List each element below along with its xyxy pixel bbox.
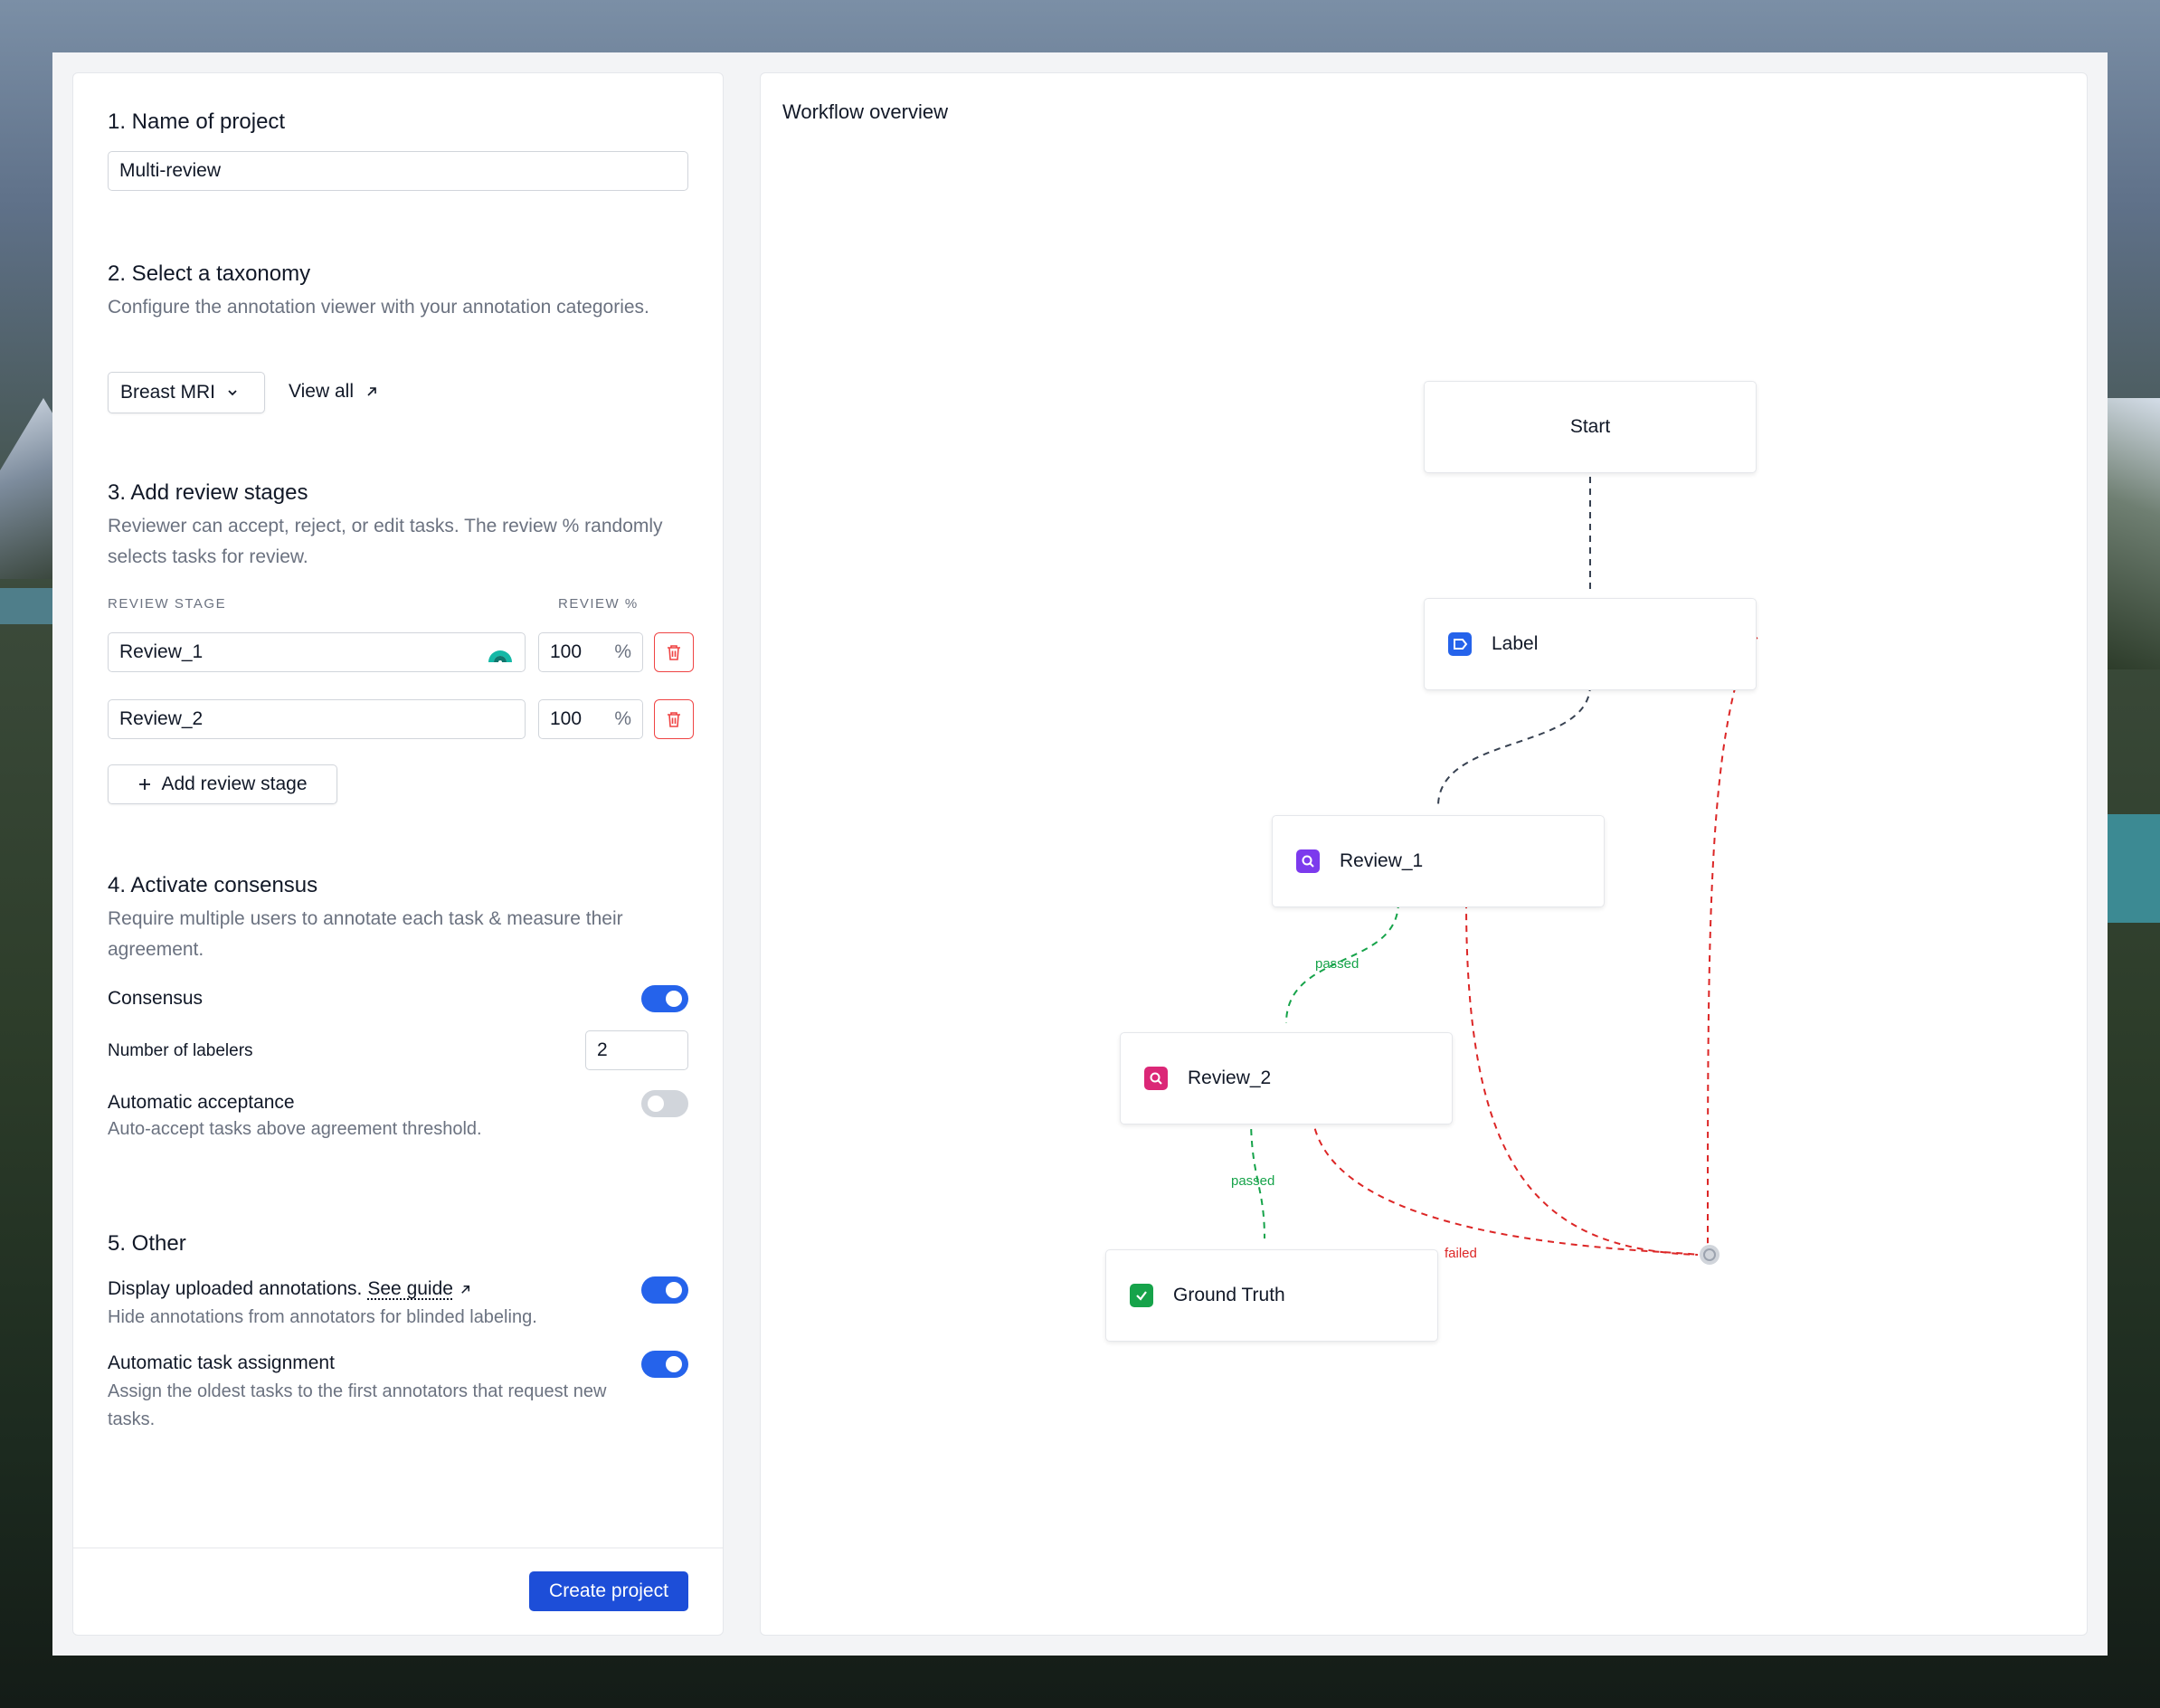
auto-accept-toggle[interactable] — [641, 1090, 688, 1117]
percent-symbol: % — [614, 641, 631, 662]
delete-stage-button[interactable] — [654, 632, 694, 672]
taxonomy-select[interactable]: Breast MRI — [108, 372, 265, 413]
label-node-label: Label — [1492, 633, 1539, 654]
display-annotations-toggle[interactable] — [641, 1276, 688, 1304]
taxonomy-selected-value: Breast MRI — [120, 382, 216, 403]
add-review-stage-button[interactable]: Add review stage — [108, 764, 337, 804]
review-section-title: 3. Add review stages — [108, 480, 308, 505]
labelers-count-input[interactable]: 2 — [585, 1030, 688, 1070]
auto-accept-description: Auto-accept tasks above agreement thresh… — [108, 1119, 482, 1139]
trash-icon — [668, 645, 680, 660]
display-annotations-description: Hide annotations from annotators for bli… — [108, 1307, 537, 1327]
review-percent-value: 100 — [550, 708, 583, 729]
workflow-node-label[interactable]: Label — [1424, 598, 1757, 690]
review-percent-input[interactable]: 100 % — [538, 699, 643, 739]
review-description: Reviewer can accept, reject, or edit tas… — [108, 516, 663, 567]
ground-truth-node-label: Ground Truth — [1173, 1285, 1285, 1305]
edge-label-passed: passed — [1315, 956, 1359, 972]
form-footer-divider — [73, 1547, 723, 1549]
start-node-label: Start — [1569, 416, 1611, 437]
lake-right — [2106, 814, 2160, 923]
password-manager-icon[interactable] — [487, 640, 514, 664]
consensus-toggle[interactable] — [641, 985, 688, 1012]
review-percent-column-header: REVIEW % — [558, 596, 639, 612]
review1-node-label: Review_1 — [1340, 850, 1424, 871]
create-project-button[interactable]: Create project — [529, 1571, 688, 1611]
review-stage-name-input[interactable]: Review_2 — [108, 699, 526, 739]
name-section-title: 1. Name of project — [108, 109, 286, 134]
search-icon — [1144, 1067, 1168, 1090]
label-tag-icon — [1448, 632, 1472, 656]
workflow-node-review2[interactable]: Review_2 — [1120, 1032, 1453, 1124]
external-link-icon — [367, 387, 376, 396]
search-icon — [1296, 849, 1320, 873]
review-stage-name-input[interactable]: Review_1 — [108, 632, 526, 672]
other-section-title: 5. Other — [108, 1231, 186, 1256]
task-assignment-description: Assign the oldest tasks to the first ann… — [108, 1381, 607, 1429]
task-assignment-toggle[interactable] — [641, 1351, 688, 1378]
task-assignment-label: Automatic task assignment — [108, 1352, 335, 1373]
delete-stage-button[interactable] — [654, 699, 694, 739]
edge-label-review1 — [1437, 684, 1591, 807]
review-stage-column-header: REVIEW STAGE — [108, 596, 227, 612]
edge-review1-reject — [1465, 901, 1699, 1256]
consensus-description: Require multiple users to annotate each … — [108, 908, 623, 960]
percent-symbol: % — [614, 708, 631, 729]
project-name-value: Multi-review — [119, 160, 222, 181]
edge-label-passed: passed — [1231, 1173, 1275, 1189]
review-percent-value: 100 — [550, 641, 583, 662]
workflow-node-ground-truth[interactable]: Ground Truth — [1105, 1249, 1438, 1342]
workflow-node-review1[interactable]: Review_1 — [1272, 815, 1605, 907]
display-annotations-label: Display uploaded annotations. — [108, 1278, 363, 1299]
review2-node-label: Review_2 — [1188, 1068, 1272, 1088]
view-all-label: View all — [289, 381, 354, 402]
consensus-section-title: 4. Activate consensus — [108, 873, 318, 897]
review-percent-input[interactable]: 100 % — [538, 632, 643, 672]
labelers-count-value: 2 — [597, 1039, 608, 1060]
project-form-panel: 1. Name of project Multi-review 2. Selec… — [72, 72, 724, 1636]
external-link-icon — [461, 1285, 469, 1294]
taxonomy-section-title: 2. Select a taxonomy — [108, 261, 311, 286]
auto-accept-label: Automatic acceptance — [108, 1092, 295, 1113]
taxonomy-description: Configure the annotation viewer with you… — [108, 297, 649, 318]
review-stage-name: Review_1 — [119, 641, 204, 662]
edge-reject-label — [1707, 688, 1736, 1245]
view-all-link[interactable]: View all — [289, 381, 379, 403]
edge-label-failed: failed — [1445, 1246, 1477, 1261]
checkbox-icon — [1130, 1284, 1153, 1307]
plus-icon — [139, 779, 151, 790]
labelers-label: Number of labelers — [108, 1041, 253, 1060]
project-name-input[interactable]: Multi-review — [108, 151, 688, 191]
display-annotations-row: Display uploaded annotations. See guide — [108, 1278, 472, 1300]
consensus-label: Consensus — [108, 988, 204, 1009]
trash-icon — [668, 712, 680, 727]
reject-node — [1698, 1243, 1721, 1267]
workflow-panel: Workflow overview passed passed failed S… — [760, 72, 2088, 1636]
app-window: 1. Name of project Multi-review 2. Selec… — [52, 52, 2108, 1656]
see-guide-link[interactable]: See guide — [367, 1278, 453, 1300]
edge-review2-reject — [1312, 1116, 1699, 1256]
chevron-down-icon — [228, 390, 237, 396]
add-review-stage-label: Add review stage — [161, 773, 308, 794]
review-stage-name: Review_2 — [119, 708, 204, 729]
workflow-node-start[interactable]: Start — [1424, 381, 1757, 473]
